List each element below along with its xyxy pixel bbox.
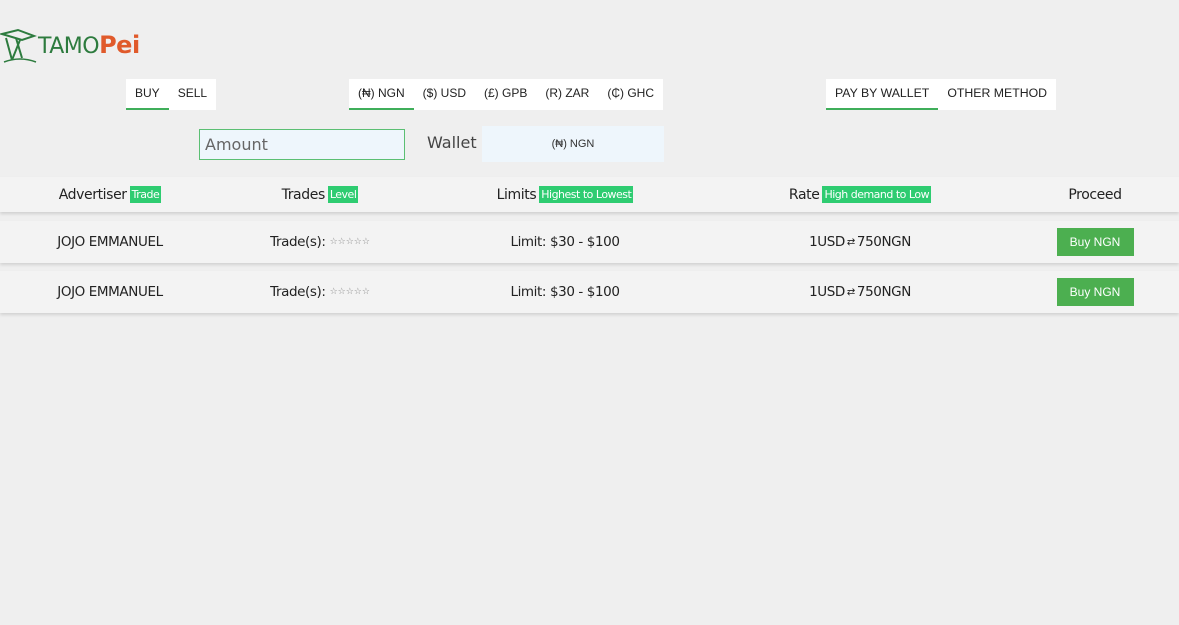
tab-buy[interactable]: BUY xyxy=(126,79,169,110)
rating-stars-icon: ☆☆☆☆☆ xyxy=(329,287,370,297)
trades-cell: Trade(s): ☆☆☆☆☆ xyxy=(270,284,370,300)
proceed-cell: Buy NGN xyxy=(1040,221,1150,263)
tab-usd[interactable]: ($) USD xyxy=(413,79,476,110)
header-proceed: Proceed xyxy=(1068,186,1122,203)
payment-tabs: PAY BY WALLET OTHER METHOD xyxy=(826,79,1057,110)
tab-gpb[interactable]: (£) GPB xyxy=(475,79,537,110)
proceed-cell: Buy NGN xyxy=(1040,271,1150,313)
limit-cell: Limit: $30 - $100 xyxy=(510,284,620,300)
sort-level-badge[interactable]: Level xyxy=(327,186,359,203)
tab-sell[interactable]: SELL xyxy=(168,79,217,110)
sort-trade-badge[interactable]: Trade xyxy=(129,186,162,203)
exchange-icon: ⇄ xyxy=(846,286,855,298)
table-header: Advertiser Trade Trades Level Limits Hig… xyxy=(0,177,1179,212)
direction-tabs: BUY SELL xyxy=(126,79,217,110)
logo[interactable]: TAMOPei xyxy=(0,26,140,66)
tab-pay-by-wallet[interactable]: PAY BY WALLET xyxy=(826,79,939,110)
header-limits: Limits Highest to Lowest xyxy=(496,186,634,203)
header-trades: Trades Level xyxy=(281,186,359,203)
rating-stars-icon: ☆☆☆☆☆ xyxy=(329,237,370,247)
header-advertiser: Advertiser Trade xyxy=(58,186,162,203)
header-rate: Rate High demand to Low xyxy=(788,186,932,203)
tab-ngn[interactable]: (₦) NGN xyxy=(349,79,414,110)
rate-cell: 1USD ⇄ 750NGN xyxy=(809,284,911,300)
tab-zar[interactable]: (R) ZAR xyxy=(536,79,599,110)
currency-tabs: (₦) NGN ($) USD (£) GPB (R) ZAR (₵) GHC xyxy=(349,79,664,110)
table-row: JOJO EMMANUEL Trade(s): ☆☆☆☆☆ Limit: $30… xyxy=(0,271,1179,313)
wallet-label: Wallet xyxy=(427,133,477,152)
tab-ghc[interactable]: (₵) GHC xyxy=(598,79,664,110)
sort-limits-badge[interactable]: Highest to Lowest xyxy=(539,186,634,203)
table-row: JOJO EMMANUEL Trade(s): ☆☆☆☆☆ Limit: $30… xyxy=(0,221,1179,263)
advertiser-name[interactable]: JOJO EMMANUEL xyxy=(30,221,190,263)
tab-other-method[interactable]: OTHER METHOD xyxy=(938,79,1057,110)
trades-cell: Trade(s): ☆☆☆☆☆ xyxy=(270,234,370,250)
logo-text: TAMOPei xyxy=(38,31,140,59)
amount-input[interactable] xyxy=(199,129,405,160)
wallet-select[interactable]: (₦) NGN xyxy=(482,126,664,162)
advertiser-name[interactable]: JOJO EMMANUEL xyxy=(30,271,190,313)
limit-cell: Limit: $30 - $100 xyxy=(510,234,620,250)
exchange-icon: ⇄ xyxy=(846,236,855,248)
buy-ngn-button[interactable]: Buy NGN xyxy=(1056,278,1134,306)
logo-mark-icon xyxy=(0,28,37,63)
sort-rate-badge[interactable]: High demand to Low xyxy=(822,186,932,203)
buy-ngn-button[interactable]: Buy NGN xyxy=(1056,228,1134,256)
rate-cell: 1USD ⇄ 750NGN xyxy=(809,234,911,250)
